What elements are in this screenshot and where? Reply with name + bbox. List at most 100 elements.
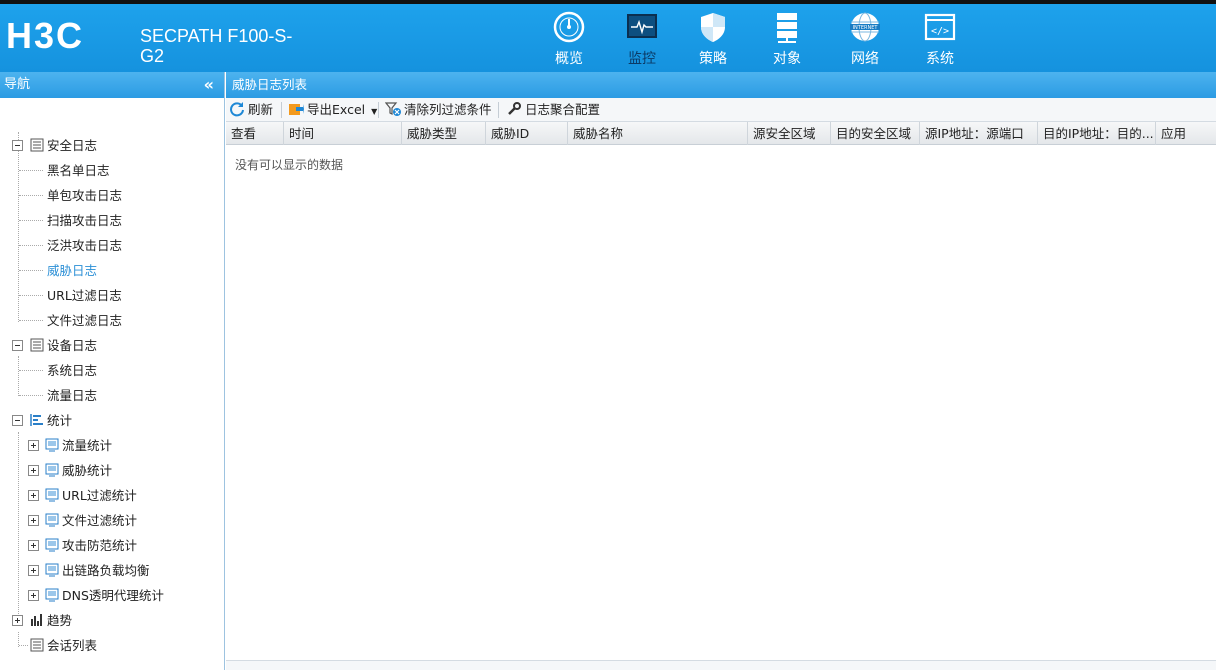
sidebar-item-label: 趋势 xyxy=(47,613,73,628)
sidebar-item-label: 流量统计 xyxy=(62,438,113,453)
expand-toggle-icon[interactable] xyxy=(28,490,39,501)
h3c-logo: H3C xyxy=(6,18,82,54)
column-header-threat-type[interactable]: 威胁类型 xyxy=(402,122,486,145)
nav-object[interactable]: 对象 xyxy=(752,10,822,68)
sidebar-item-label: 泛洪攻击日志 xyxy=(47,238,123,253)
sidebar-item-security-log[interactable]: 安全日志 xyxy=(0,133,224,158)
sidebar-item-session-list[interactable]: 会话列表 xyxy=(0,633,224,658)
sidebar-item-label: 安全日志 xyxy=(47,138,98,153)
pagination-bar xyxy=(226,660,1216,670)
export-excel-button[interactable]: 导出Excel ▼ xyxy=(288,101,377,119)
column-header-threat-id[interactable]: 威胁ID xyxy=(486,122,568,145)
log-list-icon xyxy=(30,138,44,152)
product-name-line1: SECPATH F100-S- xyxy=(140,26,293,46)
sidebar-item-single-packet-attack-log[interactable]: 单包攻击日志 xyxy=(0,183,224,208)
nav-overview[interactable]: 概览 xyxy=(534,10,604,68)
sidebar-item-url-filter-stats[interactable]: URL过滤统计 xyxy=(0,483,224,508)
monitor-chart-icon xyxy=(45,538,59,552)
refresh-icon xyxy=(230,102,244,117)
column-header-dst-zone[interactable]: 目的安全区域 xyxy=(831,122,920,145)
expand-toggle-icon[interactable] xyxy=(28,540,39,551)
sidebar-item-statistics[interactable]: 统计 xyxy=(0,408,224,433)
sidebar-item-outbound-link-lb[interactable]: 出链路负载均衡 xyxy=(0,558,224,583)
refresh-label: 刷新 xyxy=(248,102,274,117)
nav-system-label: 系统 xyxy=(926,51,954,67)
nav-network[interactable]: INTERNET 网络 xyxy=(830,10,900,68)
column-header-src-zone[interactable]: 源安全区域 xyxy=(748,122,831,145)
svg-text:INTERNET: INTERNET xyxy=(853,25,879,31)
sidebar-item-threat-log[interactable]: 威胁日志 xyxy=(0,258,224,283)
clear-filter-icon xyxy=(384,102,401,116)
export-excel-label: 导出Excel xyxy=(307,102,366,117)
sidebar-item-label: 扫描攻击日志 xyxy=(47,213,123,228)
sidebar-item-file-filter-log[interactable]: 文件过滤日志 xyxy=(0,308,224,333)
expand-toggle-icon[interactable] xyxy=(28,515,39,526)
log-list-icon xyxy=(30,638,44,652)
sidebar-item-label: 文件过滤统计 xyxy=(62,513,138,528)
monitor-chart-icon xyxy=(45,588,59,602)
expand-toggle-icon[interactable] xyxy=(28,465,39,476)
column-header-application[interactable]: 应用 xyxy=(1156,122,1216,145)
sidebar-item-label: 会话列表 xyxy=(47,638,98,653)
clear-filter-label: 清除列过滤条件 xyxy=(404,102,492,117)
nav-monitor[interactable]: 监控 xyxy=(607,10,677,68)
log-aggregation-label: 日志聚合配置 xyxy=(525,102,601,117)
sidebar-item-attack-defense-stats[interactable]: 攻击防范统计 xyxy=(0,533,224,558)
sidebar-item-device-log[interactable]: 设备日志 xyxy=(0,333,224,358)
expand-toggle-icon[interactable] xyxy=(12,615,23,626)
sidebar-item-traffic-stats[interactable]: 流量统计 xyxy=(0,433,224,458)
code-window-icon: </> xyxy=(924,13,956,41)
collapse-toggle-icon[interactable] xyxy=(12,415,23,426)
sidebar-item-label: 威胁统计 xyxy=(62,463,113,478)
monitor-icon xyxy=(627,14,657,38)
nav-monitor-label: 监控 xyxy=(628,51,656,67)
log-aggregation-config-button[interactable]: 日志聚合配置 xyxy=(506,101,600,119)
sidebar-item-trend[interactable]: 趋势 xyxy=(0,608,224,633)
sidebar-item-system-log[interactable]: 系统日志 xyxy=(0,358,224,383)
internet-globe-icon: INTERNET xyxy=(850,12,880,42)
sidebar-item-flood-attack-log[interactable]: 泛洪攻击日志 xyxy=(0,233,224,258)
nav-policy[interactable]: 策略 xyxy=(678,10,748,68)
sidebar-item-traffic-log[interactable]: 流量日志 xyxy=(0,383,224,408)
sidebar-item-label: 单包攻击日志 xyxy=(47,188,123,203)
dashboard-icon xyxy=(553,11,585,43)
nav-policy-label: 策略 xyxy=(699,51,727,67)
sidebar-item-blacklist-log[interactable]: 黑名单日志 xyxy=(0,158,224,183)
sidebar-item-threat-stats[interactable]: 威胁统计 xyxy=(0,458,224,483)
clear-column-filter-button[interactable]: 清除列过滤条件 xyxy=(384,101,492,119)
monitor-chart-icon xyxy=(45,563,59,577)
shield-icon xyxy=(701,13,725,42)
expand-toggle-icon[interactable] xyxy=(28,440,39,451)
sidebar-item-dns-proxy-stats[interactable]: DNS透明代理统计 xyxy=(0,583,224,608)
monitor-chart-icon xyxy=(45,513,59,527)
column-header-view[interactable]: 查看 xyxy=(226,122,284,145)
toolbar: 刷新 导出Excel ▼ 清除列过滤条件 日志聚合配置 xyxy=(226,98,1216,122)
monitor-chart-icon xyxy=(45,488,59,502)
sidebar-item-file-filter-stats[interactable]: 文件过滤统计 xyxy=(0,508,224,533)
column-header-dst-ip-port[interactable]: 目的IP地址：目的... xyxy=(1038,122,1156,145)
statistics-icon xyxy=(30,414,43,426)
table-header: 查看 时间 威胁类型 威胁ID 威胁名称 源安全区域 目的安全区域 源IP地址：… xyxy=(226,122,1216,145)
nav-network-label: 网络 xyxy=(851,51,879,67)
expand-toggle-icon[interactable] xyxy=(28,590,39,601)
collapse-sidebar-button[interactable]: « xyxy=(204,72,214,98)
column-header-threat-name[interactable]: 威胁名称 xyxy=(568,122,748,145)
log-list-icon xyxy=(30,338,44,352)
navigation-sidebar: 导航 « 安全日志 黑名单日志 单包攻击日志 扫描攻击日志 泛洪攻击日志 威胁日… xyxy=(0,72,225,670)
sidebar-item-scan-attack-log[interactable]: 扫描攻击日志 xyxy=(0,208,224,233)
nav-system[interactable]: </> 系统 xyxy=(905,10,975,68)
collapse-toggle-icon[interactable] xyxy=(12,140,23,151)
sidebar-item-label: URL过滤统计 xyxy=(62,488,137,503)
monitor-chart-icon xyxy=(45,438,59,452)
column-header-time[interactable]: 时间 xyxy=(284,122,402,145)
empty-table-message: 没有可以显示的数据 xyxy=(235,158,344,172)
dropdown-arrow-icon: ▼ xyxy=(371,107,378,116)
collapse-toggle-icon[interactable] xyxy=(12,340,23,351)
sidebar-item-url-filter-log[interactable]: URL过滤日志 xyxy=(0,283,224,308)
nav-overview-label: 概览 xyxy=(555,51,583,67)
sidebar-item-label: 系统日志 xyxy=(47,363,98,378)
column-header-src-ip-port[interactable]: 源IP地址：源端口 xyxy=(920,122,1038,145)
refresh-button[interactable]: 刷新 xyxy=(229,101,273,119)
expand-toggle-icon[interactable] xyxy=(28,565,39,576)
sidebar-item-label: 攻击防范统计 xyxy=(62,538,138,553)
